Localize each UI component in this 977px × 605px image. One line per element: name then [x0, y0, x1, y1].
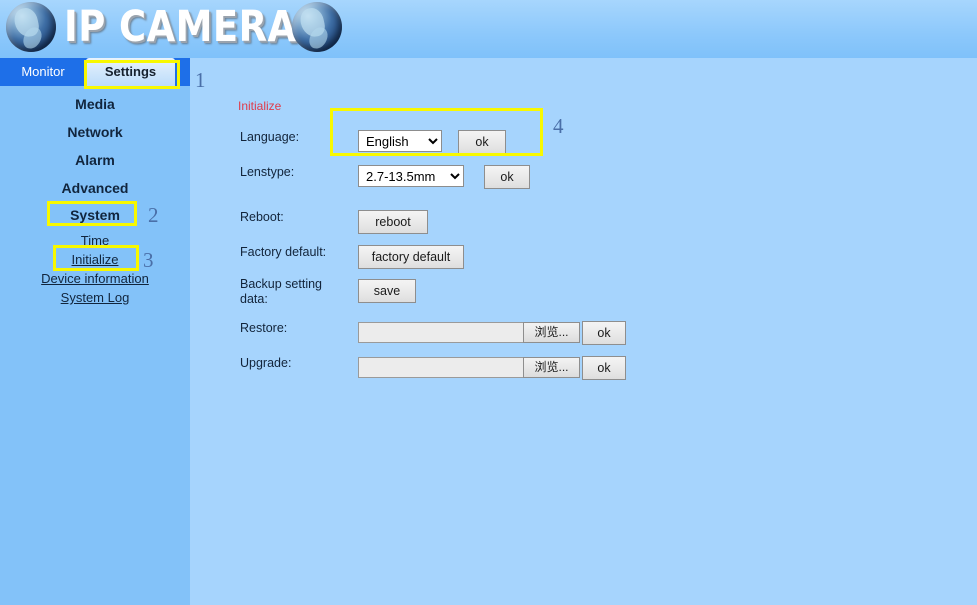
sidebar-item-label[interactable]: Initialize — [72, 252, 119, 267]
sidebar-item-time[interactable]: Time — [0, 233, 190, 248]
language-select[interactable]: English — [358, 130, 442, 152]
reboot-label: Reboot: — [240, 210, 350, 225]
sidebar-item-label: Network — [67, 124, 122, 140]
restore-browse-button[interactable]: 浏览... — [523, 322, 580, 343]
language-ok-button[interactable]: ok — [458, 130, 506, 154]
sidebar-item-label: System — [70, 207, 120, 223]
globe-icon — [6, 2, 56, 52]
sidebar: Media Network Alarm Advanced System Time… — [0, 86, 190, 605]
annotation-number-2: 2 — [148, 203, 159, 228]
sidebar-item-initialize[interactable]: Initialize — [0, 252, 190, 267]
sidebar-item-network[interactable]: Network — [0, 124, 190, 140]
sidebar-item-system[interactable]: System — [0, 207, 190, 223]
tab-monitor[interactable]: Monitor — [0, 58, 86, 86]
tab-bar: Monitor Settings — [0, 58, 190, 86]
restore-ok-button[interactable]: ok — [582, 321, 626, 345]
annotation-number-3: 3 — [143, 248, 154, 273]
lenstype-select[interactable]: 2.7-13.5mm — [358, 165, 464, 187]
factory-default-button[interactable]: factory default — [358, 245, 464, 269]
ip-camera-settings-page: IP CAMERA Monitor Settings Media Network… — [0, 0, 977, 605]
sidebar-item-label: Advanced — [62, 180, 129, 196]
sidebar-item-advanced[interactable]: Advanced — [0, 180, 190, 196]
reboot-button[interactable]: reboot — [358, 210, 428, 234]
restore-label: Restore: — [240, 321, 350, 336]
sidebar-item-label[interactable]: Device information — [41, 271, 149, 286]
lenstype-ok-button[interactable]: ok — [484, 165, 530, 189]
section-title: Initialize — [238, 99, 281, 113]
sidebar-item-label: Alarm — [75, 152, 115, 168]
tab-settings[interactable]: Settings — [86, 58, 175, 86]
restore-file-input[interactable]: 浏览... — [358, 322, 580, 343]
sidebar-item-media[interactable]: Media — [0, 96, 190, 112]
main-content: Initialize Language: English ok Lenstype… — [190, 86, 977, 605]
sidebar-item-device-information[interactable]: Device information — [0, 271, 190, 286]
annotation-number-1: 1 — [195, 68, 206, 93]
page-title: IP CAMERA — [64, 0, 297, 56]
upgrade-ok-button[interactable]: ok — [582, 356, 626, 380]
sidebar-item-label[interactable]: System Log — [61, 290, 130, 305]
sidebar-item-label: Time — [81, 233, 109, 248]
annotation-number-4: 4 — [553, 114, 564, 139]
factory-default-label: Factory default: — [240, 245, 350, 260]
upgrade-file-input[interactable]: 浏览... — [358, 357, 580, 378]
header-banner: IP CAMERA — [0, 0, 977, 58]
upgrade-label: Upgrade: — [240, 356, 350, 371]
sidebar-item-alarm[interactable]: Alarm — [0, 152, 190, 168]
globe-icon — [292, 2, 342, 52]
language-label: Language: — [240, 130, 350, 145]
backup-save-button[interactable]: save — [358, 279, 416, 303]
backup-setting-data-label: Backup setting data: — [240, 277, 350, 307]
lenstype-label: Lenstype: — [240, 165, 350, 180]
sidebar-item-system-log[interactable]: System Log — [0, 290, 190, 305]
upgrade-browse-button[interactable]: 浏览... — [523, 357, 580, 378]
sidebar-item-label: Media — [75, 96, 115, 112]
